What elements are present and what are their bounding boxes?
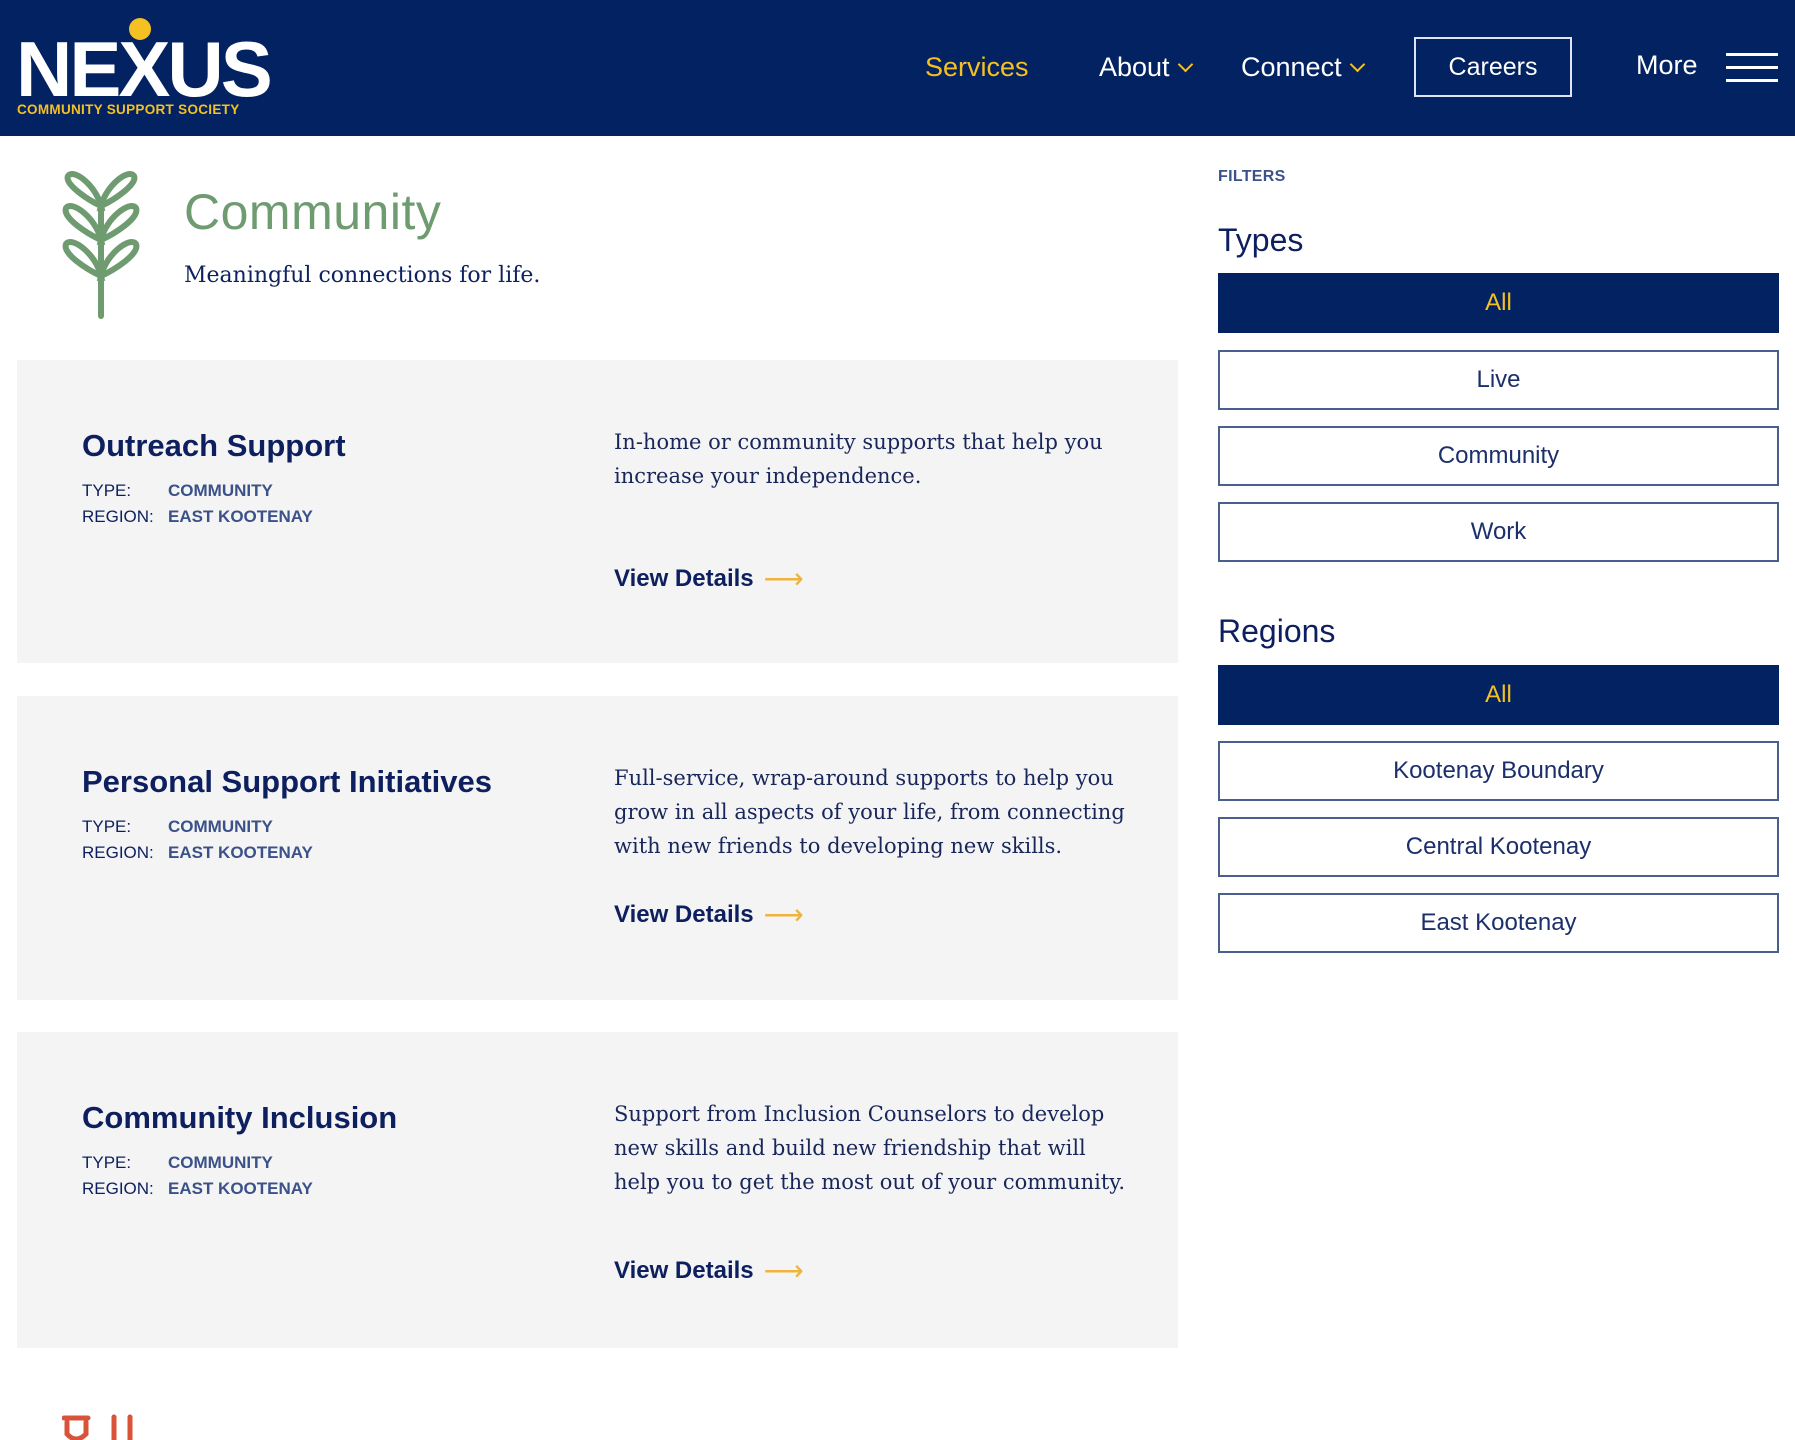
logo-wordmark: NEXUS <box>16 25 273 113</box>
filter-type-all[interactable]: All <box>1218 273 1779 333</box>
more-menu-label[interactable]: More <box>1636 50 1698 81</box>
arrow-right-icon: ⟶ <box>763 1255 804 1286</box>
region-label: REGION: <box>82 1179 154 1198</box>
filter-region-central-kootenay[interactable]: Central Kootenay <box>1218 817 1779 877</box>
nav-about[interactable]: About <box>1099 52 1193 83</box>
logo-dot <box>129 18 151 40</box>
service-title[interactable]: Community Inclusion <box>82 1100 397 1136</box>
arrow-right-icon: ⟶ <box>763 563 804 594</box>
service-meta: TYPE: COMMUNITY REGION: EAST KOOTENAY <box>82 814 313 866</box>
type-label: TYPE: <box>82 481 132 500</box>
filter-region-east-kootenay[interactable]: East Kootenay <box>1218 893 1779 953</box>
type-value: COMMUNITY <box>168 1153 273 1172</box>
chevron-down-icon <box>1349 56 1365 73</box>
regions-heading: Regions <box>1218 613 1336 649</box>
view-details-link[interactable]: View Details ⟶ <box>614 898 804 931</box>
section-icon <box>62 1414 133 1440</box>
view-details-label: View Details <box>614 1256 754 1284</box>
service-description: Full-service, wrap-around supports to he… <box>614 766 1125 858</box>
nav-services-label: Services <box>925 52 1029 82</box>
region-value: EAST KOOTENAY <box>168 507 313 526</box>
nav-connect-label: Connect <box>1241 52 1342 82</box>
filter-type-community[interactable]: Community <box>1218 426 1779 486</box>
filters-label: FILTERS <box>1218 168 1286 185</box>
nav-connect[interactable]: Connect <box>1241 52 1365 83</box>
chevron-down-icon <box>1177 56 1193 73</box>
service-description: In-home or community supports that help … <box>614 430 1103 488</box>
nav-services[interactable]: Services <box>925 52 1029 83</box>
leaf-icon <box>62 171 140 319</box>
service-description: Support from Inclusion Counselors to dev… <box>614 1102 1126 1194</box>
hamburger-icon[interactable] <box>1726 53 1778 83</box>
service-title[interactable]: Outreach Support <box>82 428 346 464</box>
service-title[interactable]: Personal Support Initiatives <box>82 764 492 800</box>
filter-region-kootenay-boundary[interactable]: Kootenay Boundary <box>1218 741 1779 801</box>
region-label: REGION: <box>82 507 154 526</box>
type-value: COMMUNITY <box>168 817 273 836</box>
service-card: Outreach Support TYPE: COMMUNITY REGION: E… <box>17 360 1178 663</box>
view-details-link[interactable]: View Details ⟶ <box>614 562 804 595</box>
type-value: COMMUNITY <box>168 481 273 500</box>
region-label: REGION: <box>82 843 154 862</box>
view-details-label: View Details <box>614 564 754 592</box>
careers-button[interactable]: Careers <box>1414 37 1572 97</box>
nexus-logo[interactable]: NEXUS COMMUNITY SUPPORT SOCIETY <box>16 16 273 120</box>
type-label: TYPE: <box>82 1153 132 1172</box>
view-details-label: View Details <box>614 900 754 928</box>
filter-type-work[interactable]: Work <box>1218 502 1779 562</box>
site-header: NEXUS COMMUNITY SUPPORT SOCIETY Services… <box>0 0 1795 136</box>
service-card: Community Inclusion TYPE: COMMUNITY REGIO… <box>17 1032 1178 1348</box>
service-card: Personal Support Initiatives TYPE: COMMUN… <box>17 696 1178 1000</box>
nav-about-label: About <box>1099 52 1170 82</box>
arrow-right-icon: ⟶ <box>763 899 804 930</box>
service-meta: TYPE: COMMUNITY REGION: EAST KOOTENAY <box>82 478 313 530</box>
filter-type-live[interactable]: Live <box>1218 350 1779 410</box>
region-value: EAST KOOTENAY <box>168 1179 313 1198</box>
logo-subtitle: COMMUNITY SUPPORT SOCIETY <box>17 102 240 117</box>
page-subtitle: Meaningful connections for life. <box>184 263 541 288</box>
page-title: Community <box>184 184 442 240</box>
view-details-link[interactable]: View Details ⟶ <box>614 1254 804 1287</box>
types-heading: Types <box>1218 222 1304 258</box>
region-value: EAST KOOTENAY <box>168 843 313 862</box>
type-label: TYPE: <box>82 817 132 836</box>
filter-region-all[interactable]: All <box>1218 665 1779 725</box>
service-meta: TYPE: COMMUNITY REGION: EAST KOOTENAY <box>82 1150 313 1202</box>
